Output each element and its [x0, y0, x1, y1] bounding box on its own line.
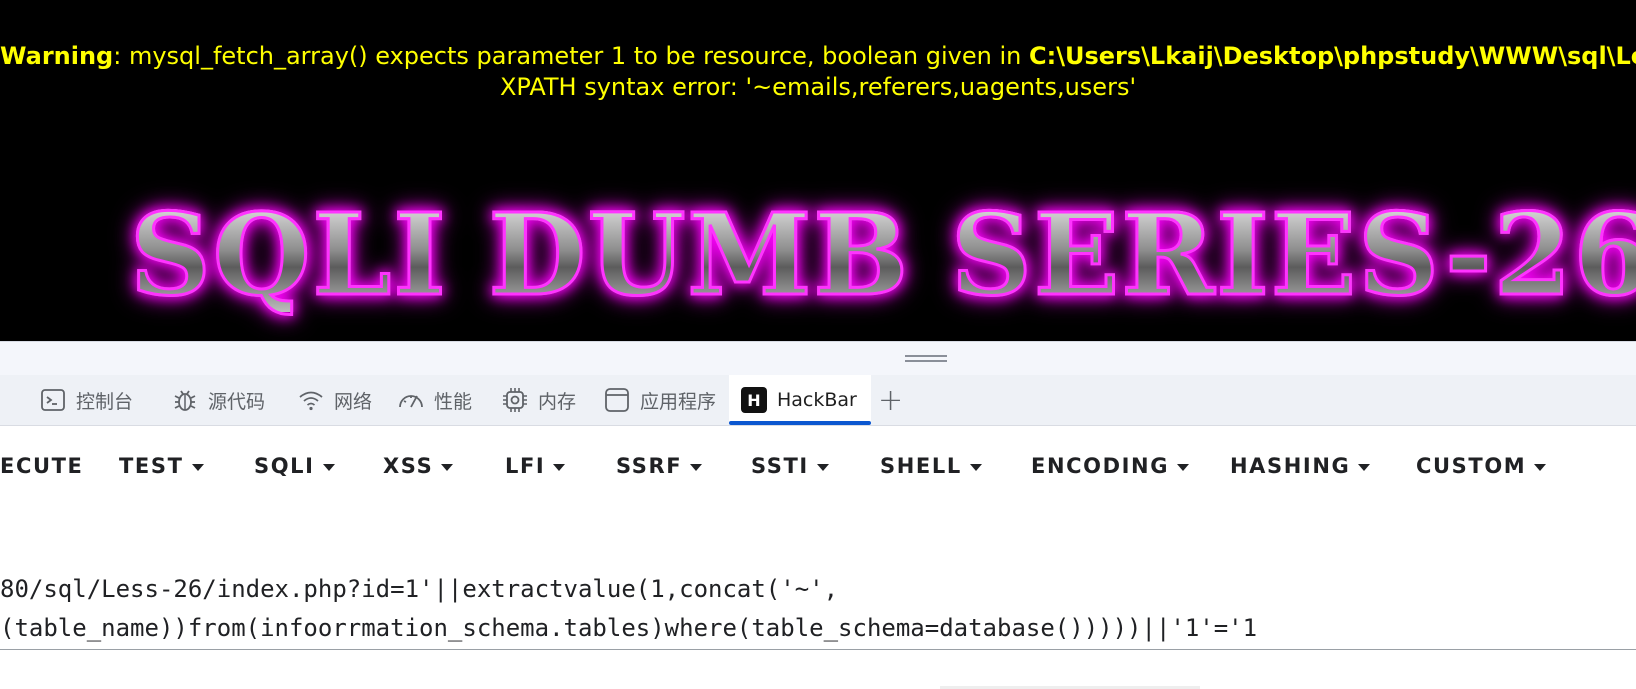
plus-icon: +	[878, 382, 904, 418]
warning-message: : mysql_fetch_array() expects parameter …	[113, 42, 1029, 70]
hackbar-body-area	[0, 650, 1636, 689]
caret-down-icon	[1358, 463, 1371, 471]
caret-down-icon	[322, 463, 335, 471]
app-window-icon	[605, 388, 629, 412]
warning-label: Warning	[0, 42, 114, 70]
menu-encoding[interactable]: ENCODING	[1031, 454, 1190, 478]
tab-sources[interactable]: 源代码	[172, 375, 265, 425]
menu-xss[interactable]: XSS	[383, 454, 454, 478]
caret-down-icon	[1177, 463, 1190, 471]
hackbar-toolbar: ECUTE TEST SQLI XSS LFI SSRF SSTI SHELL …	[0, 426, 1636, 508]
hackbar-logo-icon: H	[741, 387, 767, 413]
tab-application[interactable]: 应用程序	[604, 375, 716, 425]
menu-sqli[interactable]: SQLI	[254, 454, 335, 478]
tab-network[interactable]: 网络	[298, 375, 372, 425]
sqli-banner-title: SQLI DUMB SERIES-26	[128, 198, 1636, 313]
caret-down-icon	[191, 463, 204, 471]
menu-ssrf[interactable]: SSRF	[616, 454, 703, 478]
menu-shell[interactable]: SHELL	[880, 454, 982, 478]
bug-icon	[174, 390, 196, 411]
tab-console[interactable]: 控制台	[40, 375, 133, 425]
add-tab-button[interactable]: +	[878, 375, 903, 425]
url-line: (table_name))from(infoorrmation_schema.t…	[0, 614, 1258, 642]
caret-down-icon	[690, 463, 703, 471]
tab-label: 网络	[334, 390, 373, 413]
tab-label: 应用程序	[640, 390, 717, 413]
xpath-error: XPATH syntax error: '~emails,referers,ua…	[499, 73, 1137, 101]
console-icon	[41, 389, 65, 411]
chip-icon	[503, 388, 527, 412]
menu-custom[interactable]: CUSTOM	[1416, 454, 1547, 478]
caret-down-icon	[969, 463, 982, 471]
devtools-resize-bar[interactable]	[0, 341, 1636, 376]
gauge-icon	[399, 395, 423, 408]
menu-hashing[interactable]: HASHING	[1230, 454, 1371, 478]
tab-label: HackBar	[777, 389, 857, 411]
url-line: 80/sql/Less-26/index.php?id=1'||extractv…	[0, 575, 839, 603]
url-text[interactable]: 80/sql/Less-26/index.php?id=1'||extractv…	[0, 570, 1636, 648]
tab-label: 源代码	[208, 390, 266, 413]
url-textarea[interactable]: 80/sql/Less-26/index.php?id=1'||extractv…	[0, 508, 1636, 650]
page-viewport: Warning: mysql_fetch_array() expects par…	[0, 0, 1636, 341]
menu-test[interactable]: TEST	[119, 454, 204, 478]
tab-performance[interactable]: 性能	[398, 375, 472, 425]
caret-down-icon	[816, 463, 829, 471]
php-warning: Warning: mysql_fetch_array() expects par…	[0, 42, 1636, 70]
tab-memory[interactable]: 内存	[502, 375, 576, 425]
devtools-tabbar: 控制台 源代码 网络 性能 内存 应用程序 H HackBar +	[0, 375, 1636, 426]
menu-lfi[interactable]: LFI	[505, 454, 566, 478]
tab-label: 内存	[538, 390, 577, 413]
menu-ssti[interactable]: SSTI	[751, 454, 829, 478]
caret-down-icon	[553, 463, 566, 471]
warning-path: C:\Users\Lkaij\Desktop\phpstudy\WWW\sql\…	[1028, 42, 1636, 70]
tab-label: 性能	[434, 390, 473, 413]
resize-grip-icon[interactable]	[905, 355, 947, 363]
caret-down-icon	[1534, 463, 1547, 471]
wifi-icon	[299, 391, 323, 411]
tab-hackbar[interactable]: H HackBar	[729, 375, 871, 425]
menu-execute[interactable]: ECUTE	[0, 454, 83, 478]
caret-down-icon	[441, 463, 454, 471]
tab-label: 控制台	[76, 390, 134, 413]
